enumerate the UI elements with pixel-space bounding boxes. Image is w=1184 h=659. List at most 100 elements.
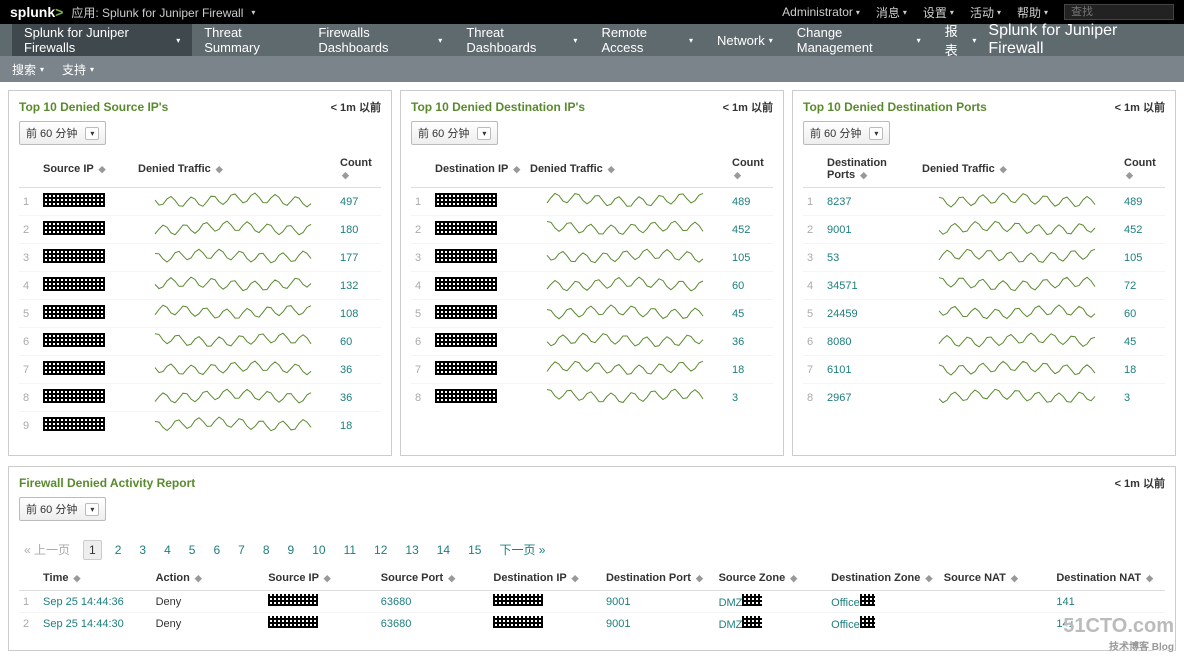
port-link[interactable]: 34571 bbox=[827, 280, 858, 292]
topbar-menu-活动[interactable]: 活动 ▾ bbox=[970, 4, 1001, 21]
zone-link[interactable]: DMZ bbox=[719, 597, 743, 609]
count-link[interactable]: 72 bbox=[1124, 280, 1136, 292]
count-link[interactable]: 3 bbox=[732, 392, 738, 404]
nav-报表[interactable]: 报表 ▾ bbox=[933, 24, 989, 56]
app-context[interactable]: 应用: Splunk for Juniper Firewall bbox=[71, 4, 243, 21]
count-link[interactable]: 3 bbox=[1124, 392, 1130, 404]
port-link[interactable]: 8237 bbox=[827, 196, 851, 208]
time-link[interactable]: Sep 25 14:44:36 bbox=[43, 596, 124, 608]
port-link[interactable]: 63680 bbox=[381, 596, 412, 608]
topbar-menu-administrator[interactable]: Administrator ▾ bbox=[782, 5, 860, 19]
topbar-menu-设置[interactable]: 设置 ▾ bbox=[923, 4, 954, 21]
col-header[interactable]: Source Zone ◆ bbox=[715, 568, 828, 591]
time-link[interactable]: Sep 25 14:44:30 bbox=[43, 618, 124, 630]
count-link[interactable]: 452 bbox=[732, 224, 750, 236]
count-link[interactable]: 18 bbox=[1124, 364, 1136, 376]
zone-link[interactable]: Office bbox=[831, 619, 860, 631]
port-link[interactable]: 63680 bbox=[381, 618, 412, 630]
count-link[interactable]: 36 bbox=[340, 392, 352, 404]
zone-link[interactable]: Office bbox=[831, 597, 860, 609]
pager-page-6[interactable]: 6 bbox=[208, 541, 225, 559]
pager-page-3[interactable]: 3 bbox=[134, 541, 151, 559]
nav-threat-dashboards[interactable]: Threat Dashboards ▾ bbox=[454, 24, 589, 56]
count-link[interactable]: 18 bbox=[340, 420, 352, 432]
port-link[interactable]: 6101 bbox=[827, 364, 851, 376]
timerange-picker[interactable]: 前 60 分钟▾ bbox=[803, 121, 890, 145]
col-header[interactable]: Destination IP ◆ bbox=[489, 568, 602, 591]
pager-next[interactable]: 下一页 » bbox=[494, 539, 550, 560]
count-link[interactable]: 105 bbox=[1124, 252, 1142, 264]
col-header[interactable]: Time ◆ bbox=[39, 568, 152, 591]
pager-page-9[interactable]: 9 bbox=[283, 541, 300, 559]
count-link[interactable]: 489 bbox=[1124, 196, 1142, 208]
global-search-input[interactable] bbox=[1064, 4, 1174, 20]
nav-threat-summary[interactable]: Threat Summary bbox=[192, 24, 306, 56]
port-link[interactable]: 2967 bbox=[827, 392, 851, 404]
col-header[interactable]: Denied Traffic ◆ bbox=[134, 153, 336, 188]
count-link[interactable]: 18 bbox=[732, 364, 744, 376]
port-link[interactable]: 9001 bbox=[606, 618, 630, 630]
count-link[interactable]: 60 bbox=[1124, 308, 1136, 320]
col-header[interactable]: Action ◆ bbox=[152, 568, 265, 591]
pager-page-2[interactable]: 2 bbox=[110, 541, 127, 559]
col-header[interactable]: Destination Port ◆ bbox=[602, 568, 715, 591]
col-header[interactable]: Source IP ◆ bbox=[39, 153, 134, 188]
col-header[interactable]: Destination NAT ◆ bbox=[1052, 568, 1165, 591]
col-header[interactable]: Count ◆ bbox=[728, 153, 773, 188]
pager-page-5[interactable]: 5 bbox=[184, 541, 201, 559]
nav-network[interactable]: Network ▾ bbox=[705, 24, 785, 56]
port-link[interactable]: 53 bbox=[827, 252, 839, 264]
pager-page-10[interactable]: 10 bbox=[307, 541, 330, 559]
timerange-picker[interactable]: 前 60 分钟 ▾ bbox=[19, 497, 106, 521]
col-header[interactable]: Source IP ◆ bbox=[264, 568, 377, 591]
subnav-支持[interactable]: 支持 ▾ bbox=[62, 61, 94, 78]
count-link[interactable]: 180 bbox=[340, 224, 358, 236]
logo[interactable]: splunk> bbox=[10, 4, 63, 20]
timerange-picker[interactable]: 前 60 分钟▾ bbox=[411, 121, 498, 145]
col-header[interactable]: Denied Traffic ◆ bbox=[918, 153, 1120, 188]
count-link[interactable]: 452 bbox=[1124, 224, 1142, 236]
zone-link[interactable]: DMZ bbox=[719, 619, 743, 631]
nat-link[interactable]: 141 bbox=[1056, 596, 1074, 608]
count-link[interactable]: 497 bbox=[340, 196, 358, 208]
count-link[interactable]: 105 bbox=[732, 252, 750, 264]
count-link[interactable]: 45 bbox=[732, 308, 744, 320]
count-link[interactable]: 177 bbox=[340, 252, 358, 264]
nav-firewalls-dashboards[interactable]: Firewalls Dashboards ▾ bbox=[306, 24, 454, 56]
subnav-搜索[interactable]: 搜索 ▾ bbox=[12, 61, 44, 78]
col-header[interactable]: Destination Zone ◆ bbox=[827, 568, 940, 591]
timerange-picker[interactable]: 前 60 分钟▾ bbox=[19, 121, 106, 145]
topbar-menu-帮助[interactable]: 帮助 ▾ bbox=[1017, 4, 1048, 21]
pager-page-1[interactable]: 1 bbox=[83, 540, 102, 560]
pager-page-15[interactable]: 15 bbox=[463, 541, 486, 559]
pager-page-7[interactable]: 7 bbox=[233, 541, 250, 559]
count-link[interactable]: 132 bbox=[340, 280, 358, 292]
col-header[interactable]: Source Port ◆ bbox=[377, 568, 490, 591]
col-header[interactable]: Source NAT ◆ bbox=[940, 568, 1053, 591]
pager-page-11[interactable]: 11 bbox=[339, 541, 361, 559]
port-link[interactable]: 9001 bbox=[827, 224, 851, 236]
nav-splunk-for-juniper-firewalls[interactable]: Splunk for Juniper Firewalls ▾ bbox=[12, 24, 192, 56]
port-link[interactable]: 24459 bbox=[827, 308, 858, 320]
port-link[interactable]: 8080 bbox=[827, 336, 851, 348]
count-link[interactable]: 108 bbox=[340, 308, 358, 320]
col-header[interactable]: Count ◆ bbox=[1120, 153, 1165, 188]
col-header[interactable]: Destination IP ◆ bbox=[431, 153, 526, 188]
count-link[interactable]: 36 bbox=[340, 364, 352, 376]
pager-page-13[interactable]: 13 bbox=[400, 541, 423, 559]
pager-page-14[interactable]: 14 bbox=[432, 541, 455, 559]
pager-page-4[interactable]: 4 bbox=[159, 541, 176, 559]
pager-page-12[interactable]: 12 bbox=[369, 541, 392, 559]
col-header[interactable]: Count ◆ bbox=[336, 153, 381, 188]
topbar-menu-消息[interactable]: 消息 ▾ bbox=[876, 4, 907, 21]
count-link[interactable]: 36 bbox=[732, 336, 744, 348]
count-link[interactable]: 60 bbox=[340, 336, 352, 348]
count-link[interactable]: 45 bbox=[1124, 336, 1136, 348]
count-link[interactable]: 489 bbox=[732, 196, 750, 208]
col-header[interactable]: Destination Ports ◆ bbox=[823, 153, 918, 188]
col-header[interactable]: Denied Traffic ◆ bbox=[526, 153, 728, 188]
nav-remote-access[interactable]: Remote Access ▾ bbox=[589, 24, 705, 56]
pager-prev[interactable]: « 上一页 bbox=[19, 539, 75, 560]
pager-page-8[interactable]: 8 bbox=[258, 541, 275, 559]
count-link[interactable]: 60 bbox=[732, 280, 744, 292]
